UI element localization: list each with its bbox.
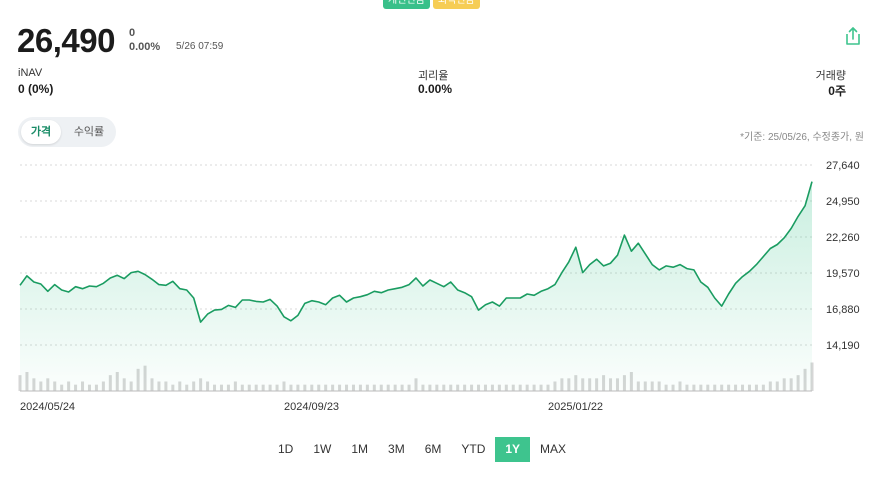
y-tick-label: 27,640 [826,160,860,172]
price-basis-note: *기준: 25/05/26, 수정종가, 원 [740,132,864,143]
quote-timestamp: 5/26 07:59 [176,41,224,52]
premium-label: 괴리율 [418,70,449,82]
price-area [20,181,812,391]
chart-mode-toggle: 가격 수익률 [18,117,116,147]
y-tick-label: 22,260 [826,232,860,244]
volume-value: 0주 [828,84,846,98]
personal-pension-badge: 개인연금 [383,0,430,9]
range-ytd-button[interactable]: YTD [451,437,495,462]
price-change-percent: 0.00% [129,41,161,53]
x-tick-label: 2024/09/23 [284,401,339,413]
inav-label: iNAV [18,67,43,79]
range-1m-button[interactable]: 1M [341,437,378,462]
price-mode-button[interactable]: 가격 [21,120,61,144]
range-max-button[interactable]: MAX [530,437,576,462]
y-tick-label: 24,950 [826,196,860,208]
inav-value: 0 (0%) [18,82,54,96]
share-icon [846,27,860,45]
range-selector: 1D 1W 1M 3M 6M YTD 1Y MAX [268,437,576,462]
volume-label: 거래량 [815,70,846,82]
share-button[interactable] [843,25,863,47]
y-tick-label: 19,570 [826,268,860,280]
y-tick-label: 16,880 [826,304,860,316]
range-1y-button[interactable]: 1Y [495,437,531,462]
x-axis-labels: 2024/05/24 2024/09/23 2025/01/22 [20,401,603,413]
return-mode-button[interactable]: 수익률 [66,120,112,144]
price-chart[interactable]: 27,640 24,950 22,260 19,570 16,880 14,190 202… [0,150,889,415]
range-6m-button[interactable]: 6M [415,437,452,462]
premium-value: 0.00% [418,82,453,96]
badge-group: 개인연금 퇴직연금 [383,0,480,9]
y-axis-labels: 27,640 24,950 22,260 19,570 16,880 14,190 [826,160,860,352]
current-price: 26,490 [17,22,115,59]
range-1d-button[interactable]: 1D [268,437,303,462]
price-change: 0 [129,27,136,39]
x-tick-label: 2024/05/24 [20,401,75,413]
retirement-pension-badge: 퇴직연금 [432,0,480,9]
range-1w-button[interactable]: 1W [303,437,341,462]
range-3m-button[interactable]: 3M [378,437,415,462]
x-tick-label: 2025/01/22 [548,401,603,413]
y-tick-label: 14,190 [826,340,860,352]
